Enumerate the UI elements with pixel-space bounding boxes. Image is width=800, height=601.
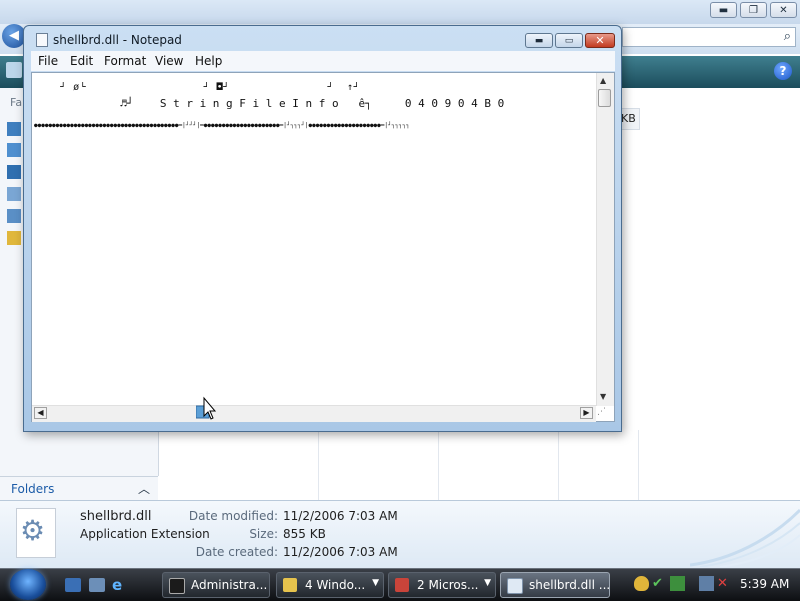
taskbar-button-windows[interactable]: 4 Windo... ▼ xyxy=(276,572,384,598)
chevron-down-icon: ▼ xyxy=(372,578,379,588)
scroll-left-icon[interactable]: ◀ xyxy=(34,407,47,419)
music-link-icon[interactable] xyxy=(7,165,21,179)
taskbar-button-microsoft[interactable]: 2 Micros... ▼ xyxy=(388,572,496,598)
resize-grip-icon[interactable]: ⋰ xyxy=(597,407,611,421)
taskbar-label: 2 Micros... xyxy=(417,578,479,592)
search-input[interactable]: ⌕ xyxy=(622,27,796,47)
windows-update-icon[interactable] xyxy=(670,576,685,591)
date-modified-value: 11/2/2006 7:03 AM xyxy=(283,509,398,523)
internet-explorer-icon[interactable]: e xyxy=(112,576,122,594)
chevron-up-icon[interactable]: ︿ xyxy=(138,480,150,497)
searches-link-icon[interactable] xyxy=(7,209,21,223)
scroll-right-icon[interactable]: ▶ xyxy=(580,407,593,419)
notepad-icon[interactable] xyxy=(36,33,48,47)
size-value: 855 KB xyxy=(283,527,326,541)
taskbar-label: Administra... xyxy=(191,578,268,592)
menu-help[interactable]: Help xyxy=(195,54,222,68)
cmd-icon xyxy=(169,578,185,594)
column-divider xyxy=(318,430,319,500)
pictures-link-icon[interactable] xyxy=(7,143,21,157)
chevron-down-icon: ▼ xyxy=(484,578,491,588)
folders-bar[interactable]: Folders ︿ xyxy=(0,476,158,500)
decorative-swoosh xyxy=(690,508,800,567)
explorer-minimize-button[interactable]: ▬ xyxy=(710,2,737,18)
date-created-label: Date created: xyxy=(195,545,278,559)
notepad-icon xyxy=(507,578,523,594)
menu-view[interactable]: View xyxy=(155,54,183,68)
taskbar-label: shellbrd.dll ... xyxy=(529,578,611,592)
date-modified-label: Date modified: xyxy=(188,509,278,523)
toolbox-icon xyxy=(395,578,409,592)
search-icon[interactable]: ⌕ xyxy=(784,29,791,44)
windows-start-orb-icon[interactable] xyxy=(10,569,46,600)
notepad-menubar: File Edit Format View Help xyxy=(31,51,615,71)
scroll-up-icon[interactable]: ▲ xyxy=(600,76,606,85)
notepad-maximize-button[interactable]: ▭ xyxy=(555,33,583,48)
switch-windows-icon[interactable] xyxy=(89,578,105,592)
notepad-content: ┘ ø└ ┘ ◘┘ ┘ ↑┘ ♬┘ S t r i n g F i l e I … xyxy=(34,82,596,142)
security-shield-icon[interactable] xyxy=(634,576,649,591)
notepad-title: shellbrd.dll - Notepad xyxy=(53,33,182,47)
public-folder-icon[interactable] xyxy=(7,231,21,245)
organize-icon[interactable] xyxy=(6,62,22,78)
horizontal-scrollbar[interactable] xyxy=(32,405,596,422)
size-label: Size: xyxy=(249,527,278,541)
column-divider xyxy=(438,430,439,500)
vertical-scrollbar[interactable] xyxy=(596,73,614,406)
network-icon[interactable] xyxy=(699,576,714,591)
date-created-value: 11/2/2006 7:03 AM xyxy=(283,545,398,559)
vertical-scroll-thumb[interactable] xyxy=(598,89,611,107)
explorer-close-button[interactable]: ✕ xyxy=(770,2,797,18)
folders-label[interactable]: Folders xyxy=(11,482,54,496)
help-icon[interactable]: ? xyxy=(774,62,792,80)
content-line-2: ♬┘ S t r i n g F i l e I n f o ê┐ 0 4 0 … xyxy=(34,97,505,110)
taskbar-button-cmd[interactable]: Administra... xyxy=(162,572,270,598)
scroll-down-icon[interactable]: ▼ xyxy=(600,392,606,401)
content-line-3: ●●●●●●●●●●●●●●●●●●●●●●●●●●●●●●●●●●●●●●●●… xyxy=(34,122,410,129)
menu-file[interactable]: File xyxy=(38,54,58,68)
volume-muted-icon[interactable]: ✕ xyxy=(717,576,732,591)
taskbar-label: 4 Windo... xyxy=(305,578,366,592)
notepad-minimize-button[interactable]: ▬ xyxy=(525,33,553,48)
column-divider xyxy=(558,430,559,500)
taskbar-button-notepad[interactable]: shellbrd.dll ... xyxy=(500,572,610,598)
details-file-name: shellbrd.dll xyxy=(80,509,152,524)
show-desktop-icon[interactable] xyxy=(65,578,81,592)
explorer-titlebar xyxy=(0,0,800,24)
column-divider xyxy=(638,430,639,500)
favorites-label: Fa xyxy=(10,96,23,109)
folder-icon xyxy=(283,578,297,592)
mouse-cursor-icon xyxy=(196,396,217,420)
menu-format[interactable]: Format xyxy=(104,54,146,68)
gear-icon: ⚙ xyxy=(20,514,46,547)
menu-edit[interactable]: Edit xyxy=(70,54,93,68)
recently-changed-link-icon[interactable] xyxy=(7,187,21,201)
notepad-close-button[interactable]: ✕ xyxy=(585,33,615,48)
checkmark-icon[interactable]: ✔ xyxy=(652,576,667,591)
explorer-maximize-button[interactable]: ❐ xyxy=(740,2,767,18)
content-line-1: ┘ ø└ ┘ ◘┘ ┘ ↑┘ xyxy=(34,82,361,93)
clock[interactable]: 5:39 AM xyxy=(740,577,789,591)
documents-link-icon[interactable] xyxy=(7,122,21,136)
